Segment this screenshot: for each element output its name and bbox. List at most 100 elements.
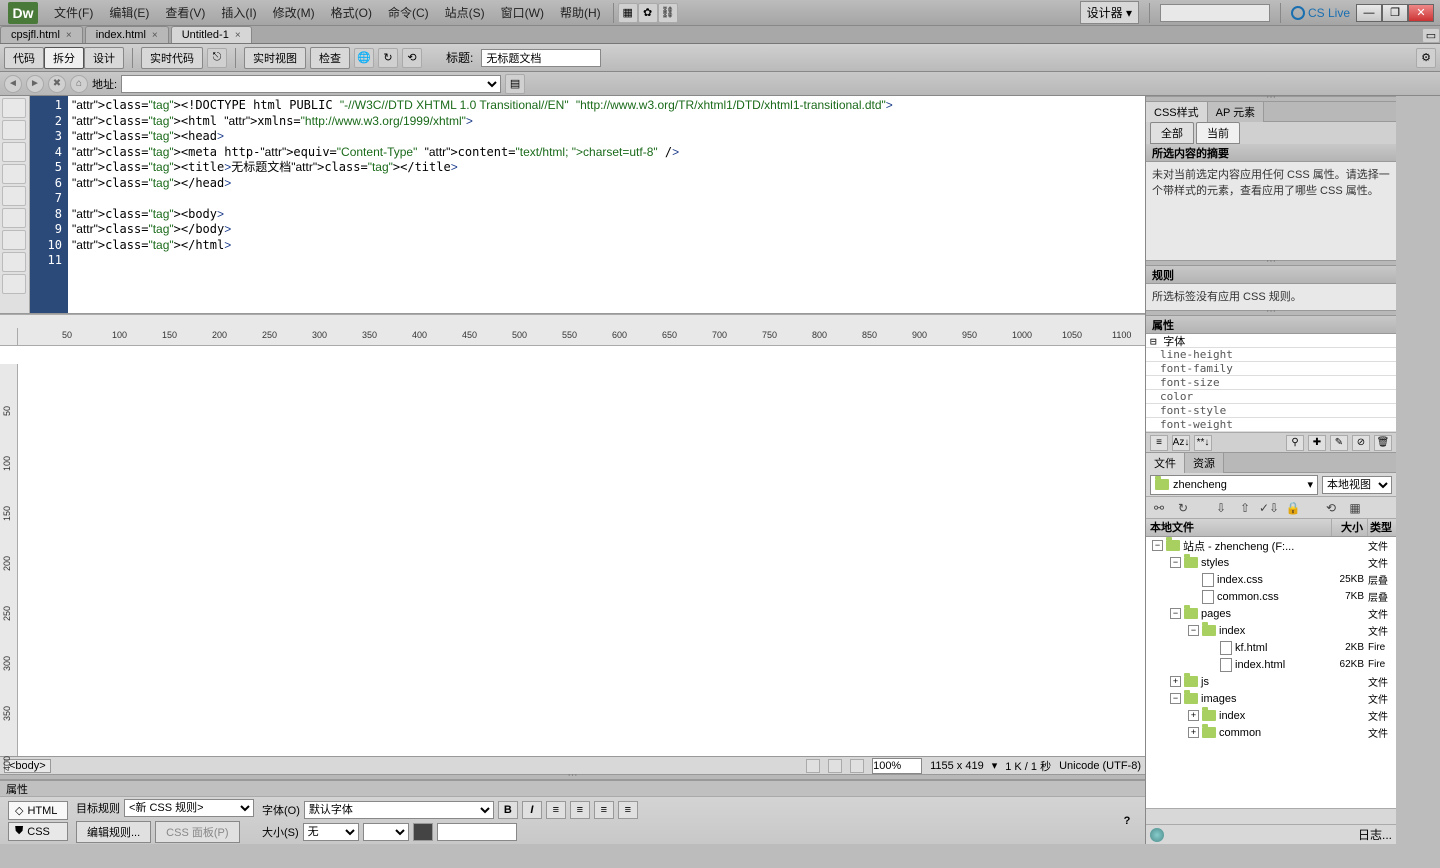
panel-grip[interactable] [1146, 310, 1396, 316]
tree-row[interactable]: −styles文件 [1146, 554, 1396, 571]
menu-item[interactable]: 帮助(H) [552, 4, 609, 21]
col-name[interactable]: 本地文件 [1146, 519, 1332, 536]
restore-doc-icon[interactable]: ▭ [1422, 28, 1440, 43]
show-list-icon[interactable]: Aᴢ↓ [1172, 435, 1190, 451]
tree-row[interactable]: index.html62KBFire [1146, 656, 1396, 673]
tree-row[interactable]: +common文件 [1146, 724, 1396, 741]
code-editor[interactable]: "attr">class="tag"><!DOCTYPE html PUBLIC… [68, 96, 1145, 313]
tree-row[interactable]: −images文件 [1146, 690, 1396, 707]
subtab-current[interactable]: 当前 [1196, 122, 1240, 144]
code-tool-icon[interactable] [2, 98, 26, 118]
tree-row[interactable]: common.css7KB层叠 [1146, 588, 1396, 605]
site-icon[interactable]: ⛓ [658, 3, 678, 23]
log-button[interactable]: 日志... [1358, 826, 1392, 843]
align-right-button[interactable]: ≡ [594, 801, 614, 819]
size-select[interactable]: 无 [303, 823, 359, 841]
css-panel-button[interactable]: CSS 面板(P) [155, 821, 239, 843]
forward-icon[interactable]: ► [26, 75, 44, 93]
live-code-button[interactable]: 实时代码 [141, 47, 203, 69]
get-icon[interactable]: ⇩ [1212, 499, 1230, 517]
expander-icon[interactable]: − [1188, 625, 1199, 636]
expander-icon[interactable]: + [1188, 727, 1199, 738]
tree-row[interactable]: kf.html2KBFire [1146, 639, 1396, 656]
code-tool-icon[interactable] [2, 164, 26, 184]
close-tab-icon[interactable]: × [66, 30, 72, 41]
zoom-select[interactable] [872, 758, 922, 774]
menu-item[interactable]: 编辑(E) [101, 4, 157, 21]
view-select[interactable]: 本地视图 [1322, 476, 1392, 494]
size-unit-select[interactable] [363, 823, 409, 841]
globe-icon[interactable]: 🌐 [354, 48, 374, 68]
props-css-tab[interactable]: ⛊ CSS [8, 822, 68, 841]
tab-files[interactable]: 文件 [1146, 453, 1185, 473]
css-prop-row[interactable]: font-style [1146, 404, 1396, 418]
zoom-icon[interactable] [828, 759, 842, 773]
put-icon[interactable]: ⇧ [1236, 499, 1254, 517]
menu-item[interactable]: 格式(O) [323, 4, 380, 21]
title-input[interactable] [481, 49, 601, 67]
live-code-opt-icon[interactable]: ⎋ [207, 48, 227, 68]
window-size[interactable]: 1155 x 419 [930, 760, 984, 772]
props-html-tab[interactable]: ◇ HTML [8, 801, 68, 820]
css-prop-row[interactable]: color [1146, 390, 1396, 404]
code-tool-icon[interactable] [2, 230, 26, 250]
view-code-button[interactable]: 代码 [4, 47, 44, 69]
close-button[interactable]: ✕ [1408, 4, 1434, 22]
edit-rule-button[interactable]: 编辑规则... [76, 821, 151, 843]
color-input[interactable] [437, 823, 517, 841]
menu-item[interactable]: 查看(V) [157, 4, 213, 21]
code-tool-icon[interactable] [2, 274, 26, 294]
tab-css-styles[interactable]: CSS样式 [1146, 102, 1208, 122]
cslive-button[interactable]: CS Live [1291, 6, 1350, 20]
tree-row[interactable]: +js文件 [1146, 673, 1396, 690]
close-tab-icon[interactable]: × [152, 30, 158, 41]
validate-icon[interactable]: ⚙ [1416, 48, 1436, 68]
document-tab[interactable]: Untitled-1× [171, 26, 252, 43]
show-category-icon[interactable]: ≡ [1150, 435, 1168, 451]
sync-icon[interactable]: ⟲ [1322, 499, 1340, 517]
code-hscroll[interactable] [0, 314, 1145, 328]
attach-icon[interactable]: ⚲ [1286, 435, 1304, 451]
css-prop-row[interactable]: font-size [1146, 376, 1396, 390]
css-prop-row[interactable]: font-family [1146, 362, 1396, 376]
home-icon[interactable]: ⌂ [70, 75, 88, 93]
font-select[interactable]: 默认字体 [304, 801, 494, 819]
connect-icon[interactable]: ⚯ [1150, 499, 1168, 517]
tree-row[interactable]: −站点 - zhencheng (F:...文件 [1146, 537, 1396, 554]
document-tab[interactable]: index.html× [85, 26, 169, 43]
color-picker[interactable] [413, 823, 433, 841]
italic-button[interactable]: I [522, 801, 542, 819]
extend-icon[interactable]: ✿ [638, 3, 658, 23]
select-icon[interactable] [850, 759, 864, 773]
refresh-icon[interactable]: ↻ [1174, 499, 1192, 517]
menu-item[interactable]: 窗口(W) [493, 4, 552, 21]
tree-row[interactable]: −index文件 [1146, 622, 1396, 639]
menu-item[interactable]: 插入(I) [213, 4, 264, 21]
edit-icon[interactable]: ✎ [1330, 435, 1348, 451]
close-tab-icon[interactable]: × [235, 30, 241, 41]
css-prop-row[interactable]: font-weight [1146, 418, 1396, 432]
expander-icon[interactable]: + [1188, 710, 1199, 721]
code-tool-icon[interactable] [2, 142, 26, 162]
align-justify-button[interactable]: ≡ [618, 801, 638, 819]
expander-icon[interactable]: − [1152, 540, 1163, 551]
workspace-switcher[interactable]: 设计器 ▾ [1080, 1, 1139, 24]
layout-icon[interactable]: ▦ [618, 3, 638, 23]
panel-grip[interactable] [1146, 260, 1396, 266]
expander-icon[interactable]: − [1170, 608, 1181, 619]
minimize-button[interactable]: — [1356, 4, 1382, 22]
checkin-icon[interactable]: 🔒 [1284, 499, 1302, 517]
stop-icon[interactable]: ⟲ [402, 48, 422, 68]
expander-icon[interactable]: − [1170, 693, 1181, 704]
properties-header[interactable]: 属性 [0, 781, 1145, 797]
hand-icon[interactable] [806, 759, 820, 773]
bold-button[interactable]: B [498, 801, 518, 819]
panel-grip[interactable] [1146, 96, 1396, 102]
addr-list-icon[interactable]: ▤ [505, 74, 525, 94]
back-icon[interactable]: ◄ [4, 75, 22, 93]
target-rule-select[interactable]: <新 CSS 规则> [124, 799, 254, 817]
globe-icon[interactable] [1150, 828, 1164, 842]
col-type[interactable]: 类型 [1368, 519, 1396, 536]
align-left-button[interactable]: ≡ [546, 801, 566, 819]
tree-row[interactable]: −pages文件 [1146, 605, 1396, 622]
